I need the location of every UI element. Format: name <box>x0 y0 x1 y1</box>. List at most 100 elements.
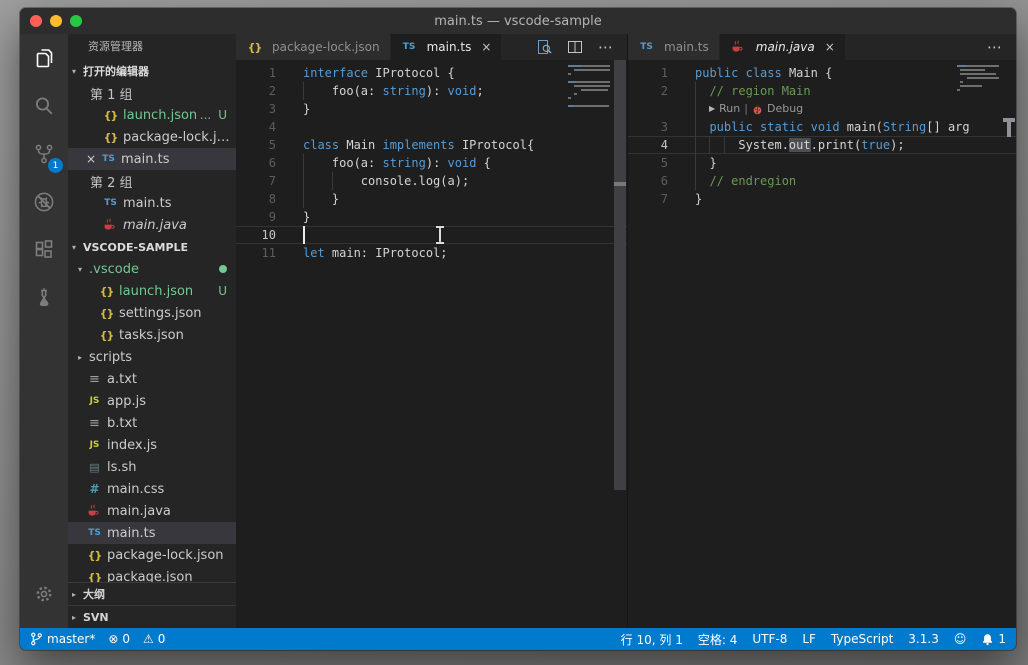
status-item[interactable]: 行 10, 列 1 <box>621 631 683 648</box>
code-line[interactable]: 7} <box>628 190 1016 208</box>
editor-left[interactable]: 1 interface IProtocol {2 foo(a: string): … <box>236 60 627 628</box>
tree-item[interactable]: main.java <box>68 214 236 236</box>
status-item[interactable]: 空格: 4 <box>698 631 738 648</box>
explorer-icon[interactable] <box>20 34 68 82</box>
search-icon[interactable] <box>20 82 68 130</box>
item-label: .vscode <box>89 261 139 277</box>
status-item[interactable]: LF <box>802 632 816 646</box>
code-line[interactable]: 6 // endregion <box>628 172 1016 190</box>
minimap-right[interactable] <box>957 65 999 93</box>
section-header[interactable]: ▸ 大纲 <box>68 582 236 605</box>
test-beaker-icon[interactable] <box>20 274 68 322</box>
codelens-row[interactable]: ▶ Run | Debug <box>628 100 1016 118</box>
editor-group-label[interactable]: 第 1 组 <box>68 82 236 104</box>
settings-gear-icon[interactable] <box>20 570 68 618</box>
tree-item[interactable]: ≡ b.txt <box>68 412 236 434</box>
section-label: 大纲 <box>83 588 105 601</box>
tree-item[interactable]: TS main.ts <box>68 192 236 214</box>
split-editor-icon[interactable] <box>567 39 583 55</box>
minimap-left[interactable] <box>568 65 610 109</box>
warning-status-item[interactable]: ⚠ 0 <box>143 632 165 646</box>
status-item[interactable]: UTF-8 <box>752 632 787 646</box>
section-header[interactable]: ▸ SVN <box>68 605 236 628</box>
code-line[interactable]: 6 foo(a: string): void { <box>236 154 627 172</box>
tree-item[interactable]: {} tasks.json <box>68 324 236 346</box>
tree-item[interactable]: {} launch.json... U <box>68 104 236 126</box>
code-line[interactable]: 5 class Main implements IProtocol{ <box>236 136 627 154</box>
more-actions-icon[interactable]: ⋯ <box>598 38 614 56</box>
tab-main.ts[interactable]: TS main.ts <box>628 34 720 60</box>
close-icon[interactable]: × <box>825 40 835 54</box>
tree-item[interactable]: ▤ ls.sh <box>68 456 236 478</box>
tree-item[interactable]: JS index.js <box>68 434 236 456</box>
code-line[interactable]: 9} <box>236 208 627 226</box>
run-play-icon[interactable]: ▶ <box>709 100 715 118</box>
tree-item[interactable]: # main.css <box>68 478 236 500</box>
code-text: System.out.print(true); <box>695 136 905 154</box>
line-number: 11 <box>261 246 276 260</box>
tree-item[interactable]: × TS main.ts <box>68 148 236 170</box>
tree-item[interactable]: ▾ .vscode <box>68 258 236 280</box>
tab-bar-left: {} package-lock.json TS main.ts × ⋯ <box>236 34 627 60</box>
tab-main.java[interactable]: main.java × <box>719 34 846 60</box>
extensions-icon[interactable] <box>20 226 68 274</box>
close-icon[interactable]: × <box>86 152 100 166</box>
tree-item[interactable]: {} package-lock.json <box>68 544 236 566</box>
editor-right[interactable]: 1 public class Main {2 // region Main ▶ Run… <box>628 60 1016 628</box>
code-line[interactable]: 8 } <box>236 190 627 208</box>
chevron-down-icon: ▾ <box>72 66 77 76</box>
debug-icon[interactable] <box>20 178 68 226</box>
code-line[interactable]: 11 let main: IProtocol; <box>236 244 627 262</box>
chevron-right-icon: ▸ <box>72 589 77 599</box>
zoom-window-button[interactable] <box>70 15 82 27</box>
tree-item[interactable]: main.java <box>68 500 236 522</box>
line-number: 1 <box>268 66 276 80</box>
code-line[interactable]: 7 console.log(a); <box>236 172 627 190</box>
json-file-icon: {} <box>87 548 103 562</box>
tree-item[interactable]: ≡ a.txt <box>68 368 236 390</box>
code-line[interactable]: 10 <box>236 226 627 244</box>
tree-item[interactable]: {} package.json <box>68 566 236 583</box>
tree-item[interactable]: {} package-lock.json <box>68 126 236 148</box>
scrollbar-thumb[interactable] <box>614 60 626 490</box>
close-window-button[interactable] <box>30 15 42 27</box>
source-control-icon[interactable]: 1 <box>20 130 68 178</box>
minimize-window-button[interactable] <box>50 15 62 27</box>
tree-item[interactable]: {} launch.json U <box>68 280 236 302</box>
editor-group-label[interactable]: 第 2 组 <box>68 170 236 192</box>
section-header[interactable]: ▾ 打开的编辑器 <box>68 60 236 82</box>
item-label: VSCODE-SAMPLE <box>83 240 189 254</box>
code-token: } <box>303 102 311 116</box>
scrollbar-left[interactable] <box>613 60 627 628</box>
section-header[interactable]: ▾ VSCODE-SAMPLE <box>68 236 236 258</box>
desktop-background: main.ts — vscode-sample 1 资源管理器 ▾ 打开的编辑器第… <box>0 0 1028 665</box>
git-branch-status-item[interactable]: master* <box>30 632 95 646</box>
bell-status-item[interactable]: 1 <box>981 632 1006 646</box>
code-line[interactable]: 3 public static void main(String[] arg <box>628 118 1016 136</box>
codelens-run-link[interactable]: Run <box>719 100 740 118</box>
code-line[interactable]: 5 } <box>628 154 1016 172</box>
tree-item[interactable]: ▸ scripts <box>68 346 236 368</box>
status-item[interactable]: 3.1.3 <box>908 632 939 646</box>
code-line[interactable]: 4 System.out.print(true); <box>628 136 1016 154</box>
more-actions-icon[interactable]: ⋯ <box>987 38 1003 56</box>
code-text: interface IProtocol { <box>303 64 455 82</box>
ts-file-icon: TS <box>402 42 416 52</box>
close-icon[interactable]: × <box>481 40 491 54</box>
scrollbar-right[interactable] <box>1002 60 1016 628</box>
status-item[interactable]: TypeScript <box>831 632 893 646</box>
explorer-tree: ▾ 打开的编辑器第 1 组 {} launch.json... U {} package-l… <box>68 60 236 582</box>
codelens-debug-link[interactable]: Debug <box>767 100 803 118</box>
tab-package-lock.json[interactable]: {} package-lock.json <box>236 34 391 60</box>
debug-bug-icon[interactable] <box>752 104 763 115</box>
tree-item[interactable]: JS app.js <box>68 390 236 412</box>
open-preview-icon[interactable] <box>536 39 552 55</box>
error-status-item[interactable]: ⊗ 0 <box>108 632 130 646</box>
tree-item[interactable]: TS main.ts <box>68 522 236 544</box>
tree-item[interactable]: {} settings.json <box>68 302 236 324</box>
code-token: static <box>760 120 804 134</box>
code-line[interactable]: 4 <box>236 118 627 136</box>
indent-guide <box>331 172 333 190</box>
tab-main.ts[interactable]: TS main.ts × <box>390 34 503 60</box>
smiley-status-item[interactable]: ☺ <box>954 633 967 645</box>
